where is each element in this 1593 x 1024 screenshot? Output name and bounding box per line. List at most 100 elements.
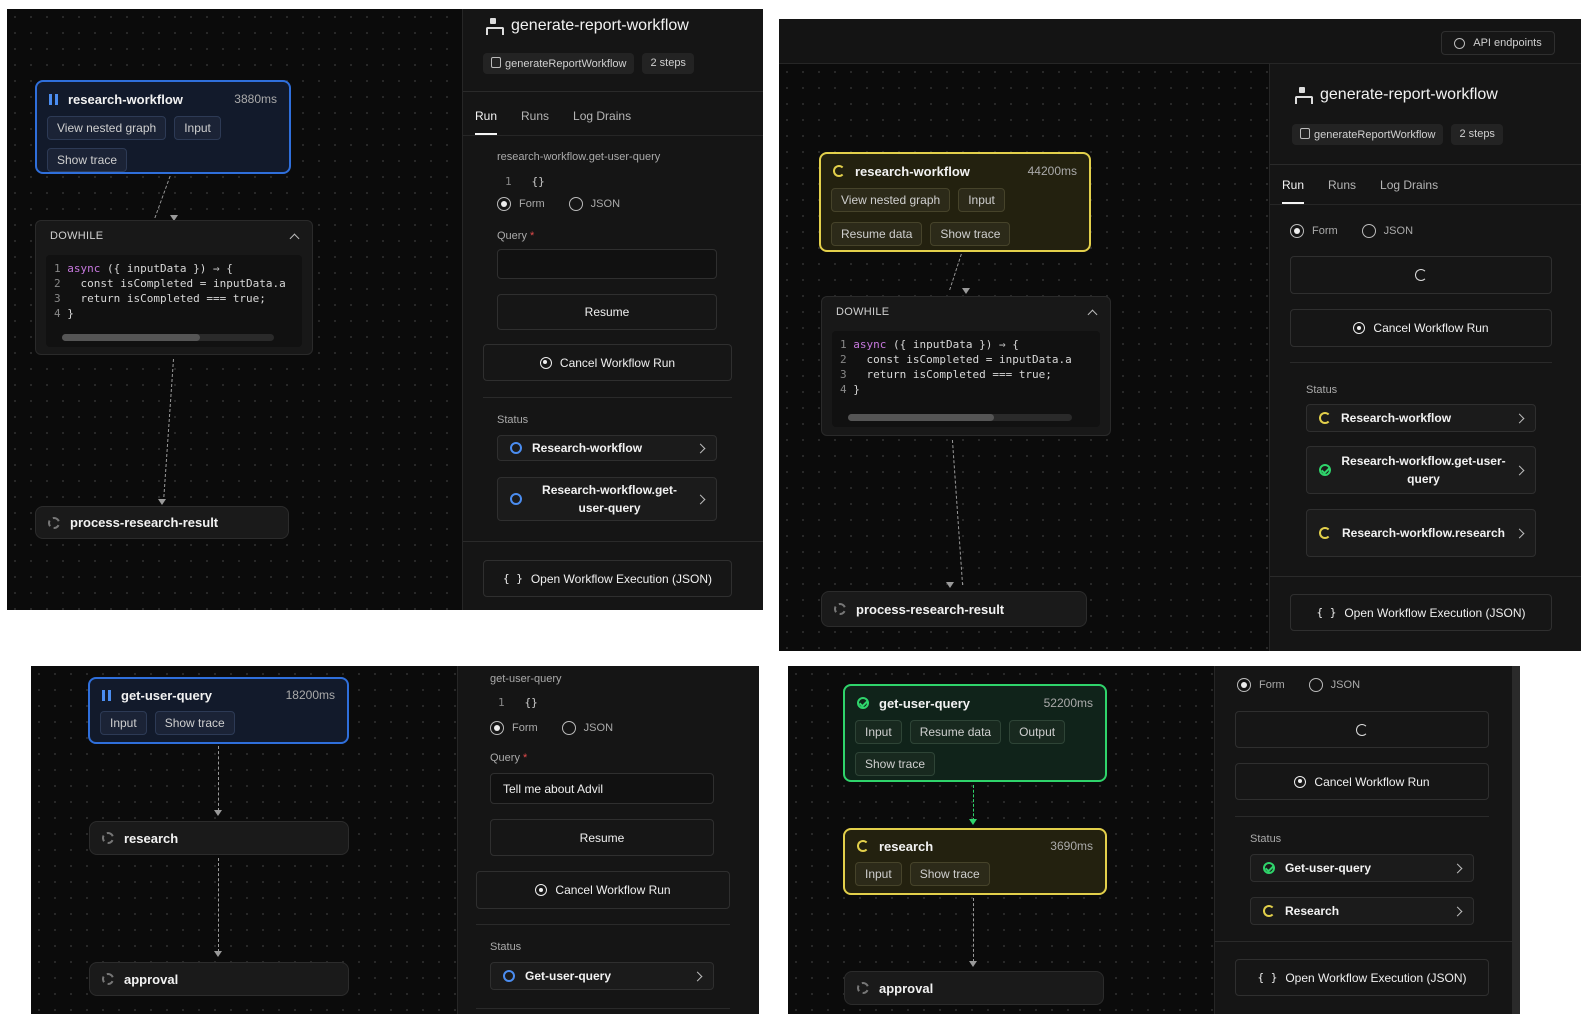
status-item[interactable]: Research-workflow (497, 435, 717, 461)
radio-json[interactable] (1308, 678, 1323, 692)
status-item[interactable]: Research-workflow.get-user-query (1306, 446, 1536, 494)
radio-json[interactable] (568, 197, 583, 211)
status-item[interactable]: Get-user-query (1250, 854, 1474, 882)
node-research[interactable]: research (89, 821, 349, 855)
radio-json-label: JSON (1330, 679, 1361, 691)
json-preview: 1 {} (498, 696, 538, 709)
status-item[interactable]: Research-workflow.get-user-query (497, 477, 717, 521)
graph-canvas[interactable]: get-user-query 52200ms Input Resume data… (788, 666, 1214, 1014)
query-input[interactable]: Tell me about Advil (490, 773, 714, 804)
input-button[interactable]: Input (855, 720, 902, 744)
tab-log-drains[interactable]: Log Drains (1380, 168, 1438, 204)
code-block[interactable]: 1 async ({ inputData }) ⇒ { 2 const isCo… (832, 331, 1100, 427)
input-button[interactable]: Input (100, 711, 147, 735)
output-button[interactable]: Output (1009, 720, 1066, 744)
input-button[interactable]: Input (174, 116, 221, 140)
paused-status-icon (503, 970, 515, 982)
node-title: get-user-query (879, 695, 971, 711)
node-research[interactable]: research 3690ms Input Show trace (843, 828, 1107, 895)
node-title: process-research-result (856, 601, 1005, 617)
graph-canvas[interactable]: get-user-query 18200ms Input Show trace … (31, 666, 457, 1014)
view-nested-graph-button[interactable]: View nested graph (47, 116, 167, 140)
collapse-chevron-icon[interactable] (1087, 309, 1098, 319)
scrollbar-track[interactable] (1512, 666, 1520, 1014)
edge (949, 254, 962, 290)
input-button[interactable]: Input (855, 862, 902, 886)
show-trace-button[interactable]: Show trace (47, 148, 128, 172)
radio-form[interactable] (490, 721, 504, 735)
radio-json[interactable] (1361, 224, 1376, 238)
copy-workflow-id-button[interactable]: generateReportWorkflow (483, 53, 635, 74)
node-get-user-query[interactable]: get-user-query 18200ms Input Show trace (88, 677, 349, 744)
cancel-icon (1353, 322, 1366, 334)
resume-button[interactable]: Resume (497, 294, 717, 330)
node-title: process-research-result (70, 515, 219, 530)
edge (951, 440, 964, 585)
api-endpoints-button[interactable]: API endpoints (1441, 31, 1555, 55)
tab-run[interactable]: Run (1282, 168, 1305, 204)
node-process-research-result[interactable]: process-research-result (821, 591, 1087, 627)
resume-data-button[interactable]: Resume data (831, 222, 923, 246)
tab-runs[interactable]: Runs (521, 99, 549, 135)
dowhile-block: DOWHILE 1 async ({ inputData }) ⇒ { 2 co… (35, 220, 313, 355)
braces-icon: { } (1316, 606, 1337, 619)
input-button[interactable]: Input (958, 188, 1005, 212)
node-duration: 3880ms (234, 92, 277, 106)
status-item[interactable]: Research-workflow (1306, 404, 1536, 432)
pending-icon (102, 832, 114, 844)
chevron-right-icon (692, 971, 703, 981)
show-trace-button[interactable]: Show trace (909, 862, 990, 886)
node-duration: 3690ms (1050, 839, 1093, 853)
status-item[interactable]: Get-user-query (490, 962, 714, 990)
loading-field (1235, 711, 1489, 748)
open-json-button[interactable]: { } Open Workflow Execution (JSON) (483, 560, 732, 597)
status-label: Status (1306, 384, 1338, 396)
node-research-workflow[interactable]: research-workflow 3880ms View nested gra… (35, 80, 291, 174)
copy-icon (491, 57, 501, 68)
node-get-user-query[interactable]: get-user-query 52200ms Input Resume data… (843, 684, 1107, 782)
query-input[interactable] (497, 249, 717, 279)
view-nested-graph-button[interactable]: View nested graph (831, 188, 951, 212)
tab-runs[interactable]: Runs (1328, 168, 1356, 204)
show-trace-button[interactable]: Show trace (855, 752, 936, 776)
resume-button[interactable]: Resume (490, 819, 714, 856)
code-block[interactable]: 1 async ({ inputData }) ⇒ { 2 const isCo… (46, 255, 302, 347)
radio-json-label: JSON (1383, 225, 1414, 237)
success-icon (1319, 464, 1331, 476)
radio-form[interactable] (1290, 224, 1304, 238)
tab-log-drains[interactable]: Log Drains (573, 99, 631, 135)
status-item[interactable]: Research (1250, 897, 1474, 925)
edge-arrow (214, 810, 222, 816)
copy-workflow-id-button[interactable]: generateReportWorkflow (1292, 124, 1444, 145)
show-trace-button[interactable]: Show trace (154, 711, 235, 735)
node-research-workflow[interactable]: research-workflow 44200ms View nested gr… (819, 152, 1091, 252)
chevron-right-icon (1514, 528, 1525, 538)
paused-icon (102, 689, 111, 701)
horizontal-scrollbar[interactable] (62, 334, 274, 341)
cancel-workflow-run-button[interactable]: Cancel Workflow Run (1235, 763, 1489, 800)
top-bar: API endpoints (779, 19, 1581, 64)
horizontal-scrollbar[interactable] (848, 414, 1072, 421)
node-approval[interactable]: approval (89, 962, 349, 996)
collapse-chevron-icon[interactable] (289, 233, 300, 243)
open-json-button[interactable]: { } Open Workflow Execution (JSON) (1290, 594, 1552, 631)
node-approval[interactable]: approval (844, 971, 1104, 1005)
status-item[interactable]: Research-workflow.research (1306, 509, 1536, 557)
cancel-workflow-run-button[interactable]: Cancel Workflow Run (483, 344, 732, 381)
open-json-button[interactable]: { } Open Workflow Execution (JSON) (1235, 959, 1489, 996)
running-status-icon (1263, 905, 1275, 917)
show-trace-button[interactable]: Show trace (930, 222, 1011, 246)
radio-form[interactable] (1237, 678, 1251, 692)
radio-json[interactable] (561, 721, 576, 735)
resume-data-button[interactable]: Resume data (909, 720, 1002, 744)
radio-form[interactable] (497, 197, 511, 211)
success-icon (857, 697, 869, 709)
paused-status-icon (510, 493, 522, 505)
node-process-research-result[interactable]: process-research-result (35, 506, 289, 539)
graph-canvas[interactable]: research-workflow 3880ms View nested gra… (7, 9, 469, 610)
tab-run[interactable]: Run (475, 99, 498, 135)
edge (218, 858, 219, 952)
cancel-workflow-run-button[interactable]: Cancel Workflow Run (476, 871, 730, 909)
cancel-workflow-run-button[interactable]: Cancel Workflow Run (1290, 309, 1552, 347)
graph-canvas[interactable]: research-workflow 44200ms View nested gr… (779, 64, 1269, 651)
